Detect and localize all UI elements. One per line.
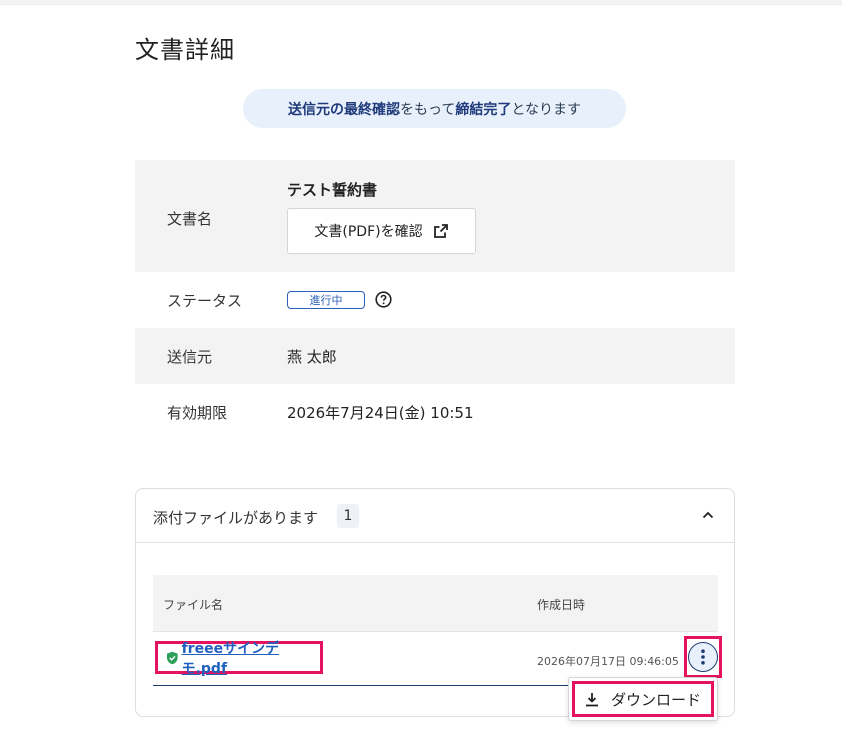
download-icon [586,692,598,706]
shield-check-icon [166,651,178,664]
top-divider [0,0,842,5]
notice-text-end: となります [511,101,581,118]
more-options-button[interactable] [688,642,718,672]
status-value-wrap: 進行中 [287,290,392,309]
sender-row: 送信元 燕 太郎 [135,328,735,384]
notice-text: をもって [400,101,456,118]
notice-emphasis-completion: 締結完了 [455,101,512,118]
status-badge: 進行中 [287,290,365,309]
file-link[interactable]: freeeサインデモ.pdf [182,638,320,678]
sender-label: 送信元 [167,348,213,366]
expiry-label: 有効期限 [167,404,228,422]
column-header-created-at: 作成日時 [537,598,586,612]
document-info-table: 文書名 テスト誓約書 文書(PDF)を確認 ステータス 進行中 送信元 燕 太郎… [135,160,735,440]
completion-notice: 送信元の最終確認 をもって 締結完了 となります [243,89,626,128]
status-row: ステータス 進行中 [135,272,735,328]
page-title: 文書詳細 [135,36,235,64]
attachments-count-badge: 1 [337,504,359,528]
chevron-up-icon[interactable] [701,508,715,522]
menu-item-download-label: ダウンロード [611,690,702,709]
attachments-header[interactable]: 添付ファイルがあります 1 [136,489,734,543]
document-name-value: テスト誓約書 [287,181,378,199]
attachments-title: 添付ファイルがあります [153,509,319,527]
file-actions-menu: ダウンロード [568,677,718,721]
column-header-file-name: ファイル名 [163,598,224,612]
expiry-row: 有効期限 2026年7月24日(金) 10:51 [135,384,735,440]
view-pdf-button-label: 文書(PDF)を確認 [314,224,423,240]
sender-value: 燕 太郎 [287,348,337,366]
notice-emphasis-final-confirmation: 送信元の最終確認 [288,101,401,118]
file-table-header: ファイル名 作成日時 [153,575,718,632]
menu-item-download[interactable]: ダウンロード [572,681,714,717]
file-created-at: 2026年07月17日 09:46:05 [537,655,679,668]
file-actions-button-highlight[interactable] [684,636,722,678]
help-icon[interactable] [375,291,392,308]
expiry-value: 2026年7月24日(金) 10:51 [287,404,474,422]
document-name-row: 文書名 テスト誓約書 文書(PDF)を確認 [135,160,735,272]
kebab-menu-icon [701,649,705,665]
external-link-icon [433,224,448,238]
status-label: ステータス [167,292,243,310]
file-link-cell[interactable]: freeeサインデモ.pdf [155,641,323,677]
view-pdf-button[interactable]: 文書(PDF)を確認 [287,208,476,254]
document-name-label: 文書名 [167,210,213,228]
